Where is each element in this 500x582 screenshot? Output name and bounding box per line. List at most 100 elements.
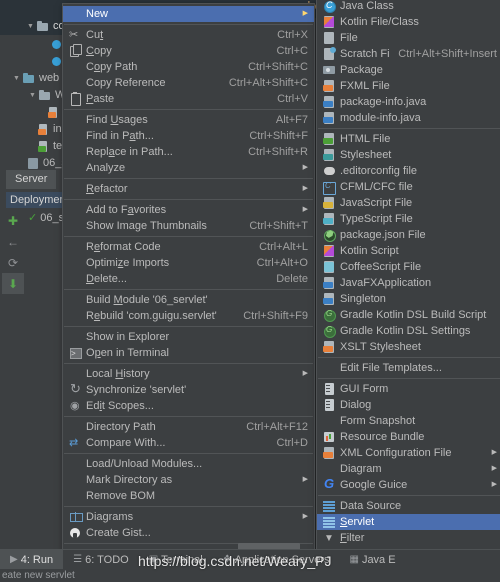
submenu-item-xslt-stylesheet[interactable]: XSLT Stylesheet <box>317 339 500 355</box>
tree-node-webinf[interactable]: ▼ W <box>0 87 65 104</box>
menu-item-copy-path[interactable]: Copy Path Ctrl+Shift+C <box>63 59 314 75</box>
java-file-icon <box>321 95 338 109</box>
menu-item-build-module-06-servlet[interactable]: Build Module '06_servlet' <box>63 292 314 308</box>
submenu-item-file[interactable]: File <box>317 30 500 46</box>
tool-window-button-label: Java E <box>361 553 396 566</box>
npm-icon <box>321 228 338 242</box>
submenu-item-package[interactable]: Package <box>317 62 500 78</box>
tool-window-bar[interactable]: ▶ 4: Run ☰ 6: TODO ▣ Terminal ❖ Application Ser… <box>0 549 500 569</box>
submenu-item-javafxapplication[interactable]: JavaFXApplication <box>317 275 500 291</box>
submenu-item-coffeescript-file[interactable]: CoffeeScript File <box>317 259 500 275</box>
submenu-item-gradle-kotlin-dsl-settings[interactable]: Gradle Kotlin DSL Settings <box>317 323 500 339</box>
submenu-item-kotlin-file-class[interactable]: Kotlin File/Class <box>317 14 500 30</box>
submenu-item-fxml-file[interactable]: FXML File <box>317 78 500 94</box>
refresh-icon[interactable]: ⟳ <box>2 252 24 273</box>
menu-item-optimize-imports[interactable]: Optimize Imports Ctrl+Alt+O <box>63 255 314 271</box>
submenu-item-cfml-cfc-file[interactable]: CFML/CFC file <box>317 179 500 195</box>
menu-item-copy-reference[interactable]: Copy Reference Ctrl+Alt+Shift+C <box>63 75 314 91</box>
submenu-item-editorconfig-file[interactable]: .editorconfig file <box>317 163 500 179</box>
menu-item-remove-bom[interactable]: Remove BOM <box>63 488 314 504</box>
submenu-item-resource-bundle[interactable]: Resource Bundle <box>317 429 500 445</box>
menu-item-show-in-explorer[interactable]: Show in Explorer <box>63 329 314 345</box>
submenu-item-scratch-file[interactable]: Scratch File Ctrl+Alt+Shift+Insert <box>317 46 500 62</box>
menu-item-directory-path[interactable]: Directory Path Ctrl+Alt+F12 <box>63 419 314 435</box>
resource-bundle-icon <box>321 430 338 444</box>
submenu-item-java-class[interactable]: Java Class <box>317 0 500 14</box>
tree-node-index-jsp[interactable]: in <box>0 121 62 138</box>
submenu-item-html-file[interactable]: HTML File <box>317 131 500 147</box>
menu-item-mark-directory-as[interactable]: Mark Directory as ▶ <box>63 472 314 488</box>
new-file-submenu[interactable]: Java Class Kotlin File/Class File Scratch F… <box>316 0 500 582</box>
tree-node-test-html[interactable]: te <box>0 138 62 155</box>
tool-window-button-6-todo[interactable]: ☰ 6: TODO <box>63 550 139 569</box>
submenu-item-data-source[interactable]: Data Source <box>317 498 500 514</box>
submenu-item-stylesheet[interactable]: Stylesheet <box>317 147 500 163</box>
undeploy-icon[interactable]: ← <box>2 231 24 252</box>
submenu-item-gui-form[interactable]: GUI Form <box>317 381 500 397</box>
menu-item-shortcut: Ctrl+V <box>277 93 308 105</box>
tool-window-button-application-servers[interactable]: ❖ Application Servers <box>213 550 340 569</box>
menu-item-delete[interactable]: Delete... Delete <box>63 271 314 287</box>
submenu-item-edit-file-templates[interactable]: Edit File Templates... <box>317 360 500 376</box>
menu-item-show-image-thumbnails[interactable]: Show Image Thumbnails Ctrl+Shift+T <box>63 218 314 234</box>
submenu-item-google-guice[interactable]: Google Guice ▶ <box>317 477 500 493</box>
menu-item-open-in-terminal[interactable]: Open in Terminal <box>63 345 314 362</box>
fxml-file-icon <box>321 79 338 93</box>
menu-item-label: Local History <box>86 368 150 380</box>
menu-item-compare-with[interactable]: Compare With... Ctrl+D <box>63 435 314 451</box>
menu-item-label: Cut <box>86 29 104 41</box>
submenu-item-typescript-file[interactable]: TypeScript File <box>317 211 500 227</box>
menu-item-shortcut: Ctrl+Shift+F9 <box>243 310 308 322</box>
tree-node-class-2[interactable] <box>0 53 67 70</box>
submenu-item-module-info-java[interactable]: module-info.java <box>317 110 500 126</box>
submenu-item-shortcut: Ctrl+Alt+Shift+Insert <box>398 48 497 60</box>
submenu-item-servlet[interactable]: Servlet <box>317 514 500 530</box>
tool-window-button-4-run[interactable]: ▶ 4: Run <box>0 550 64 569</box>
tab-server[interactable]: Server <box>6 170 57 189</box>
menu-item-rebuild-com-guigu-servlet[interactable]: Rebuild 'com.guigu.servlet' Ctrl+Shift+F9 <box>63 308 314 324</box>
menu-item-synchronize-servlet[interactable]: Synchronize 'servlet' <box>63 381 314 398</box>
tool-window-button-java-e[interactable]: ▦ Java E <box>339 550 405 569</box>
menu-item-find-usages[interactable]: Find Usages Alt+F7 <box>63 112 314 128</box>
menu-item-label: Copy Path <box>86 61 138 73</box>
submenu-item-package-json-file[interactable]: package.json File <box>317 227 500 243</box>
tree-node-web[interactable]: ▼ web <box>0 70 59 87</box>
submenu-item-kotlin-script[interactable]: Kotlin Script <box>317 243 500 259</box>
submenu-item-package-info-java[interactable]: package-info.java <box>317 94 500 110</box>
menu-item-reformat-code[interactable]: Reformat Code Ctrl+Alt+L <box>63 239 314 255</box>
menu-item-edit-scopes[interactable]: Edit Scopes... <box>63 398 314 414</box>
menu-item-copy[interactable]: Copy Ctrl+C <box>63 43 314 59</box>
scratch-file-icon <box>321 47 338 61</box>
submenu-item-icon-placeholder <box>321 361 338 375</box>
project-view-context-menu[interactable]: New ▶ Cut Ctrl+X Copy Ctrl+C Copy Path Ctrl+Shi… <box>62 3 315 579</box>
menu-item-icon-placeholder <box>67 145 84 159</box>
menu-item-cut[interactable]: Cut Ctrl+X <box>63 27 314 43</box>
compare-icon <box>67 435 84 451</box>
submenu-item-label: Diagram <box>340 463 382 475</box>
submenu-item-gradle-kotlin-dsl-build-script[interactable]: Gradle Kotlin DSL Build Script <box>317 307 500 323</box>
menu-item-new[interactable]: New ▶ <box>63 6 314 22</box>
tool-window-button-terminal[interactable]: ▣ Terminal <box>139 550 213 569</box>
submenu-item-dialog[interactable]: Dialog <box>317 397 500 413</box>
tree-node-class-1[interactable] <box>0 36 67 53</box>
menu-item-load-unload-modules[interactable]: Load/Unload Modules... <box>63 456 314 472</box>
menu-item-replace-in-path[interactable]: Replace in Path... Ctrl+Shift+R <box>63 144 314 160</box>
download-icon[interactable]: ⬇ <box>2 273 24 294</box>
submenu-item-form-snapshot[interactable]: Form Snapshot <box>317 413 500 429</box>
submenu-item-filter[interactable]: Filter <box>317 530 500 546</box>
menu-item-refactor[interactable]: Refactor ▶ <box>63 181 314 197</box>
menu-item-create-gist[interactable]: Create Gist... <box>63 525 314 541</box>
submenu-item-xml-configuration-file[interactable]: XML Configuration File ▶ <box>317 445 500 461</box>
tree-node-webxml[interactable] <box>0 104 63 121</box>
menu-item-local-history[interactable]: Local History ▶ <box>63 366 314 382</box>
submenu-item-singleton[interactable]: Singleton <box>317 291 500 307</box>
submenu-item-javascript-file[interactable]: JavaScript File <box>317 195 500 211</box>
menu-item-add-to-favorites[interactable]: Add to Favorites ▶ <box>63 202 314 218</box>
menu-item-diagrams[interactable]: Diagrams ▶ <box>63 509 314 525</box>
submenu-item-diagram[interactable]: Diagram ▶ <box>317 461 500 477</box>
menu-item-paste[interactable]: Paste Ctrl+V <box>63 91 314 107</box>
menu-item-analyze[interactable]: Analyze ▶ <box>63 160 314 176</box>
deploy-icon[interactable]: ✚ <box>2 210 24 231</box>
deployment-artifact[interactable]: ✓ 06_s <box>28 211 64 225</box>
menu-item-find-in-path[interactable]: Find in Path... Ctrl+Shift+F <box>63 128 314 144</box>
